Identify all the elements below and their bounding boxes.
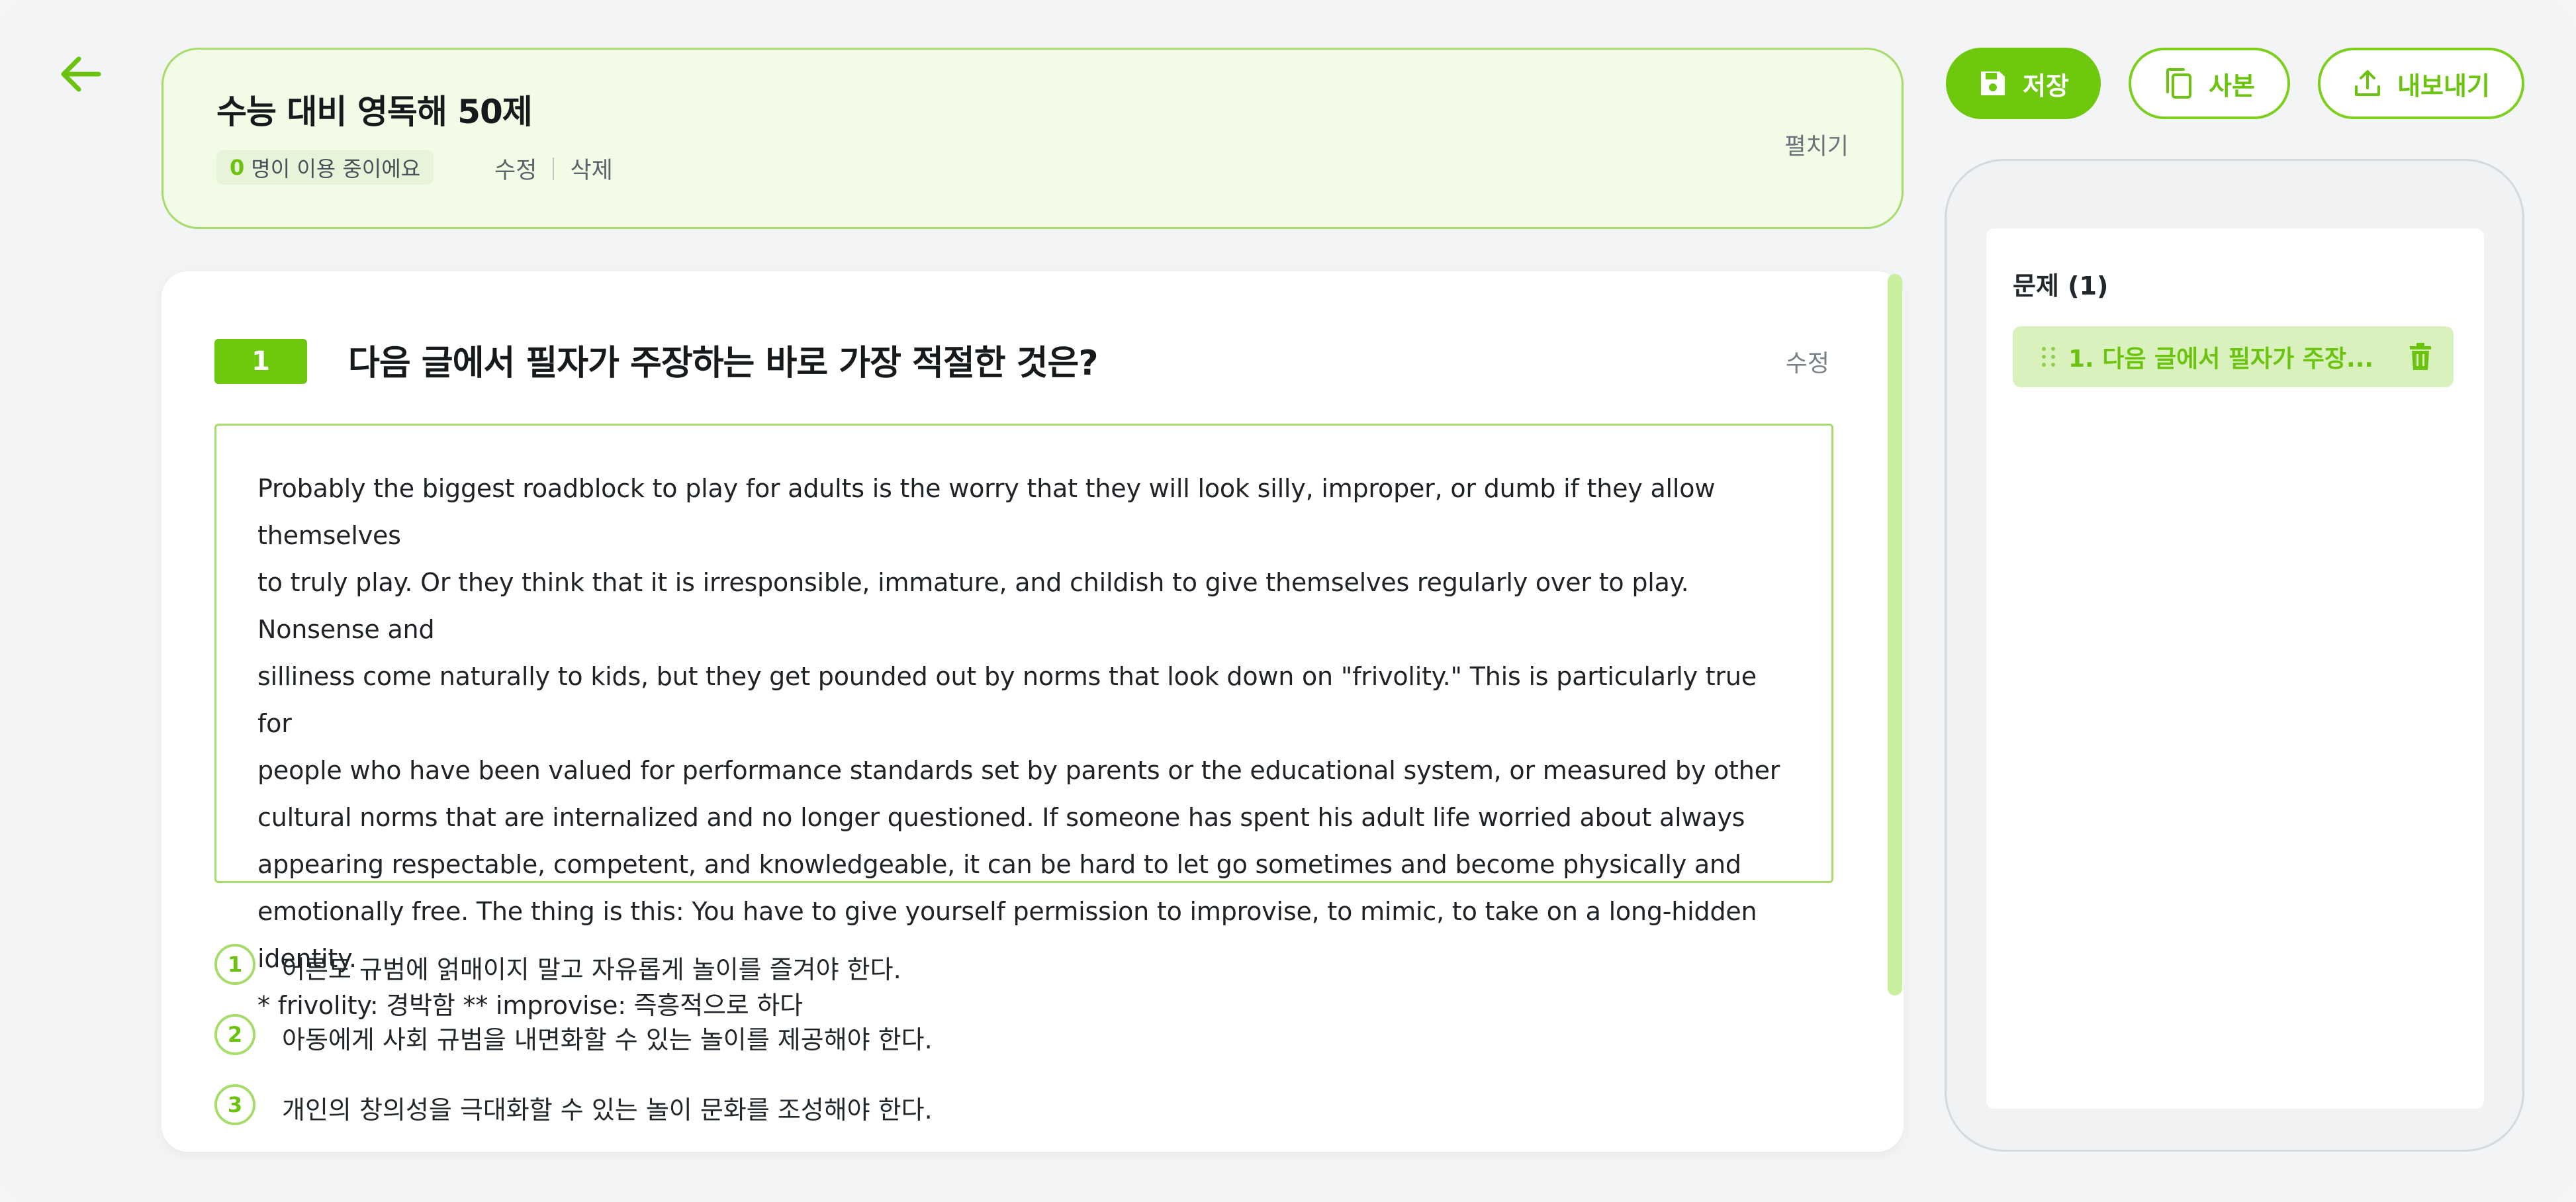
back-button[interactable] <box>54 48 107 101</box>
upload-icon <box>2355 70 2381 96</box>
save-button-label: 저장 <box>2023 71 2069 101</box>
drag-handle-icon[interactable] <box>2038 344 2059 370</box>
question-list-title: 문제 (1) <box>2013 271 2109 300</box>
copy-button-label: 사본 <box>2209 71 2255 101</box>
divider <box>553 157 555 180</box>
expand-toggle[interactable]: 펼치기 <box>1784 128 1849 162</box>
back-arrow-icon <box>61 56 101 92</box>
option-item[interactable]: 2 아동에게 사회 규범을 내면화할 수 있는 놀이를 제공해야 한다. <box>214 1014 933 1084</box>
option-text: 개인의 창의성을 극대화할 수 있는 놀이 문화를 조성해야 한다. <box>282 1095 933 1125</box>
question-list-item[interactable]: 1. 다음 글에서 필자가 주장... <box>2013 326 2454 387</box>
active-user-label: 명이 이용 중이에요 <box>251 156 421 181</box>
option-text: 아동에게 사회 규범을 내면화할 수 있는 놀이를 제공해야 한다. <box>282 1025 933 1054</box>
active-users-badge: 0 명이 이용 중이에요 <box>216 150 434 185</box>
question-list-item-label: 1. 다음 글에서 필자가 주장... <box>2068 346 2374 373</box>
option-number: 3 <box>214 1084 255 1125</box>
question-number-badge: 1 <box>214 339 307 384</box>
delete-workbook-link[interactable]: 삭제 <box>570 152 612 185</box>
workbook-header: 수능 대비 영독해 50제 0 명이 이용 중이에요 수정 삭제 펼치기 <box>161 48 1904 229</box>
question-card: 1 다음 글에서 필자가 주장하는 바로 가장 적절한 것은? 수정 Proba… <box>161 271 1904 1152</box>
copy-icon <box>2166 68 2192 99</box>
option-text: 어른도 규범에 얽매이지 말고 자유롭게 놀이를 즐겨야 한다. <box>282 955 901 984</box>
save-button[interactable]: 저장 <box>1946 48 2101 119</box>
passage-box: Probably the biggest roadblock to play f… <box>214 424 1833 1020</box>
answer-options: 1 어른도 규범에 얽매이지 말고 자유롭게 놀이를 즐겨야 한다. 2 아동에… <box>214 944 933 1152</box>
option-item[interactable]: 1 어른도 규범에 얽매이지 말고 자유롭게 놀이를 즐겨야 한다. <box>214 944 933 1014</box>
edit-question-link[interactable]: 수정 <box>1786 344 1829 379</box>
question-list: 문제 (1) 1. 다음 글에서 필자가 주장... <box>1986 228 2484 1109</box>
active-user-count: 0 <box>230 155 245 180</box>
trash-icon[interactable] <box>2407 342 2434 371</box>
edit-workbook-link[interactable]: 수정 <box>494 152 537 185</box>
question-text: 다음 글에서 필자가 주장하는 바로 가장 적절한 것은? <box>348 344 1099 383</box>
copy-button[interactable]: 사본 <box>2129 48 2290 119</box>
export-button[interactable]: 내보내기 <box>2318 48 2524 119</box>
option-item[interactable]: 3 개인의 창의성을 극대화할 수 있는 놀이 문화를 조성해야 한다. <box>214 1084 933 1152</box>
option-number: 2 <box>214 1014 255 1055</box>
save-disk-icon <box>1981 71 2005 95</box>
content-scrollbar[interactable] <box>1888 274 1902 995</box>
header-actions: 수정 삭제 <box>494 152 613 185</box>
option-number: 1 <box>214 944 255 985</box>
export-button-label: 내보내기 <box>2397 71 2490 101</box>
page-title: 수능 대비 영독해 50제 <box>216 93 533 131</box>
question-list-panel: 문제 (1) 1. 다음 글에서 필자가 주장... <box>1945 159 2524 1152</box>
